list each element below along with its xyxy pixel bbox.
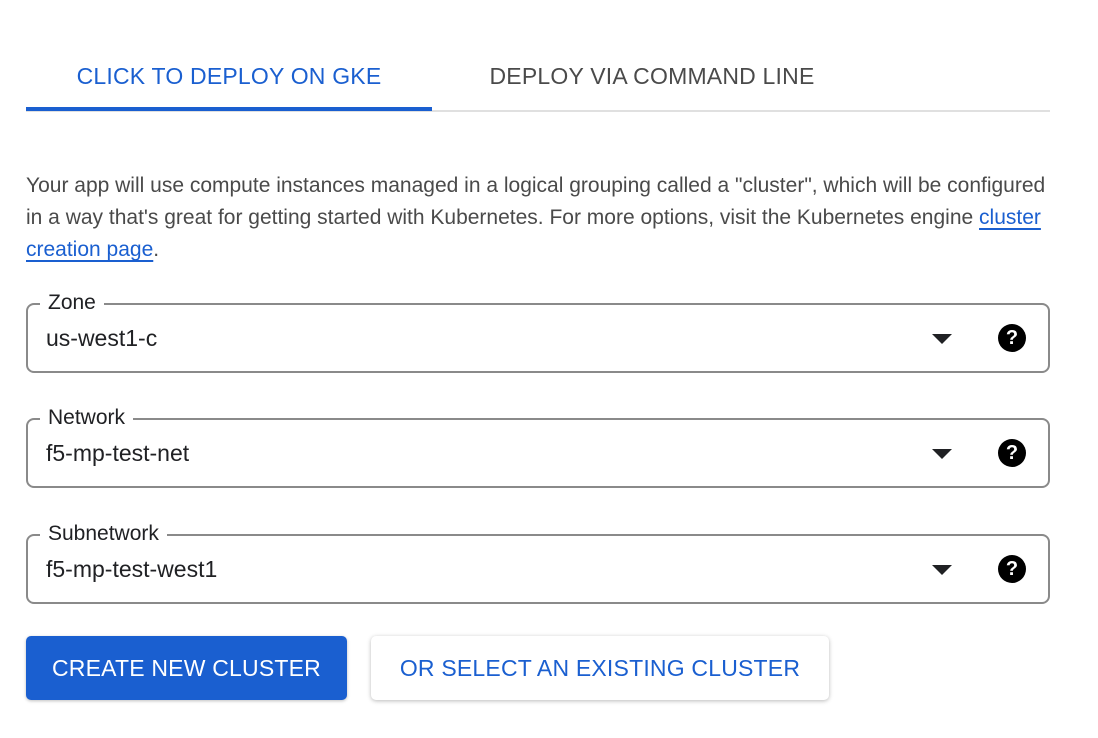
chevron-down-icon[interactable]: [932, 565, 952, 575]
subnetwork-select[interactable]: Subnetwork f5-mp-test-west1 ?: [26, 519, 1050, 604]
network-select[interactable]: Network f5-mp-test-net ?: [26, 403, 1050, 488]
description-period: .: [153, 238, 160, 261]
tab-command-line[interactable]: DEPLOY VIA COMMAND LINE: [432, 40, 872, 112]
chevron-down-icon[interactable]: [932, 334, 952, 344]
create-new-cluster-button[interactable]: CREATE NEW CLUSTER: [26, 636, 347, 700]
help-icon[interactable]: ?: [998, 324, 1026, 352]
help-icon[interactable]: ?: [998, 555, 1026, 583]
select-existing-cluster-button[interactable]: OR SELECT AN EXISTING CLUSTER: [371, 636, 829, 700]
description-text: Your app will use compute instances mana…: [26, 174, 1046, 229]
cluster-description: Your app will use compute instances mana…: [26, 170, 1056, 266]
subnetwork-value: f5-mp-test-west1: [46, 556, 218, 582]
active-tab-indicator: [26, 107, 432, 111]
tab-command-line-label: DEPLOY VIA COMMAND LINE: [489, 62, 815, 89]
tab-click-to-deploy-label: CLICK TO DEPLOY ON GKE: [76, 62, 382, 89]
zone-select[interactable]: Zone us-west1-c ?: [26, 288, 1050, 373]
network-value: f5-mp-test-net: [46, 440, 190, 466]
select-existing-cluster-label: OR SELECT AN EXISTING CLUSTER: [399, 654, 801, 681]
deploy-tabs: CLICK TO DEPLOY ON GKE DEPLOY VIA COMMAN…: [26, 40, 1050, 112]
chevron-down-icon[interactable]: [932, 449, 952, 459]
tab-click-to-deploy[interactable]: CLICK TO DEPLOY ON GKE: [26, 40, 432, 112]
zone-value: us-west1-c: [46, 325, 158, 351]
create-new-cluster-label: CREATE NEW CLUSTER: [52, 654, 321, 681]
help-icon[interactable]: ?: [998, 439, 1026, 467]
